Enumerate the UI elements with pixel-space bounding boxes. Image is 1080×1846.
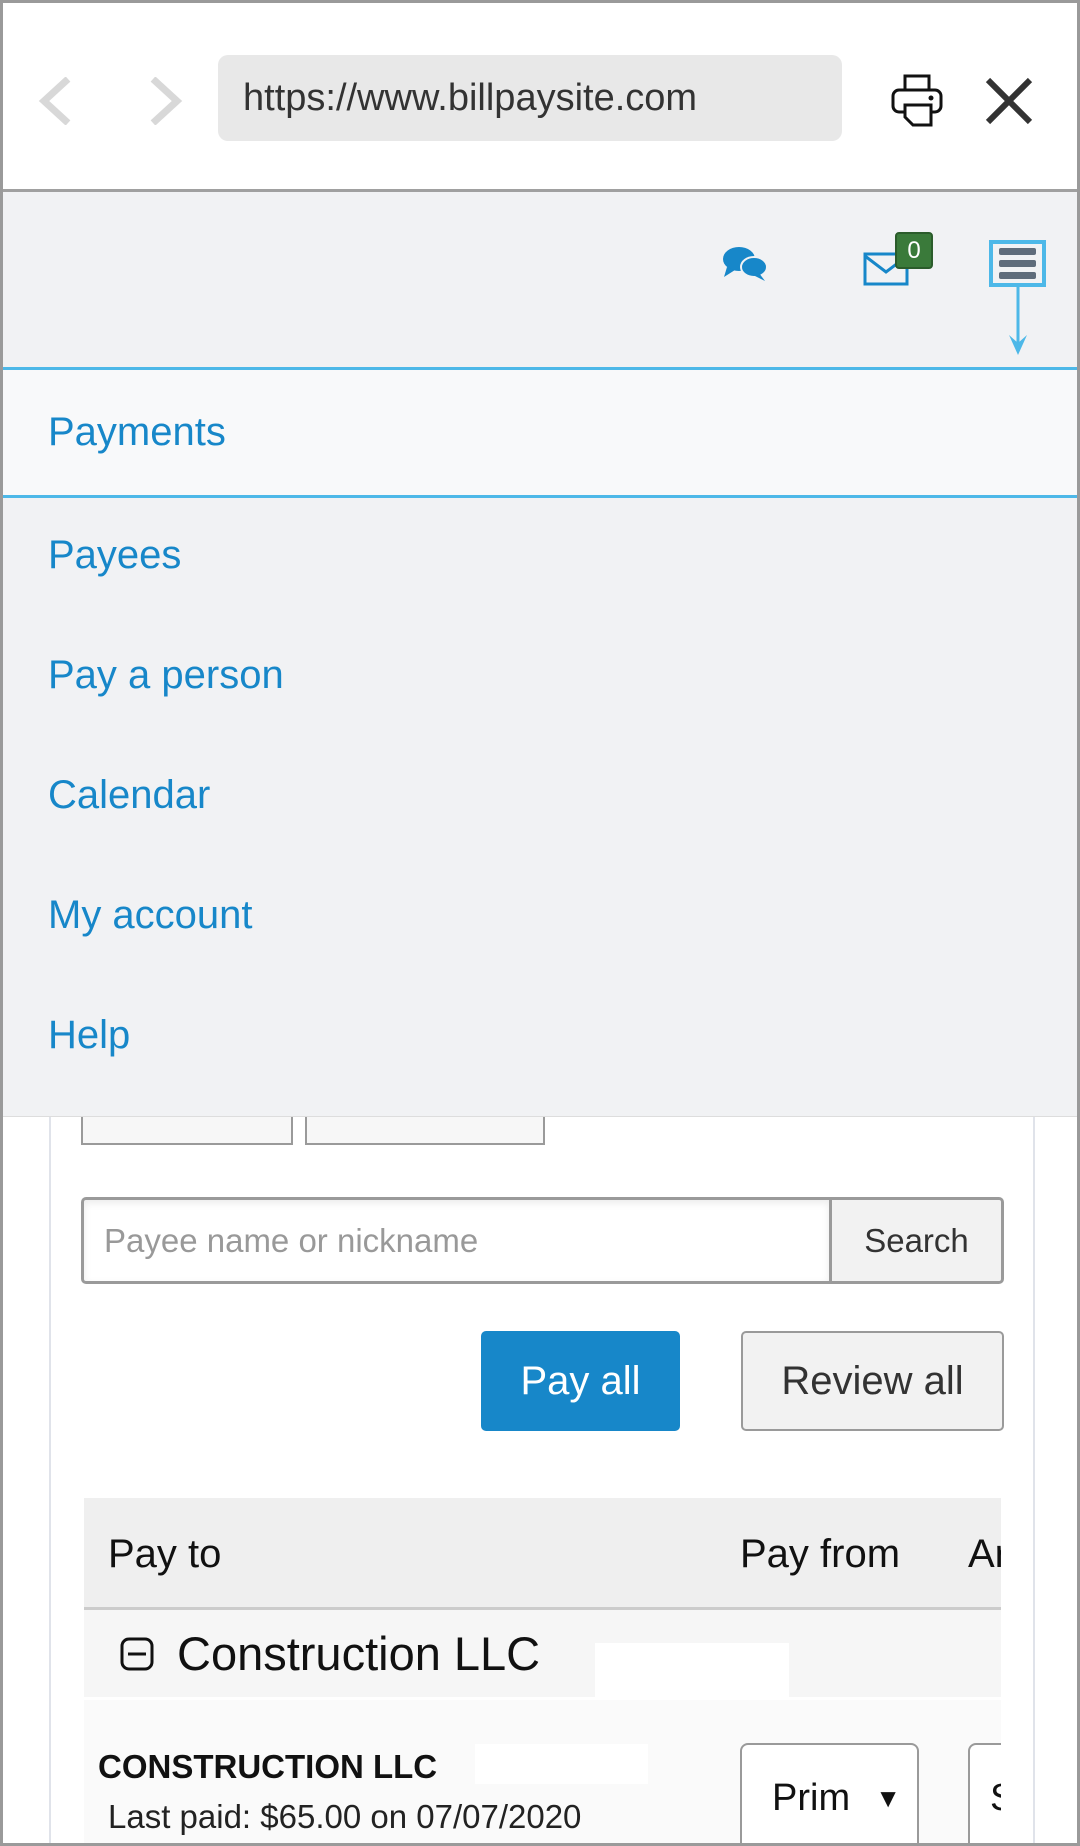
table-header: Pay to Pay from Ar [84, 1498, 1001, 1610]
menu-item-payments[interactable]: Payments [0, 367, 1080, 498]
chat-icon[interactable] [721, 245, 769, 283]
search-button[interactable]: Search [829, 1197, 1004, 1284]
pay-all-button[interactable]: Pay all [481, 1331, 680, 1431]
nav-menu: Payments Payees Pay a person Calendar My… [0, 367, 1080, 1117]
menu-item-my-account[interactable]: My account [0, 855, 1080, 975]
amount-select[interactable]: S [968, 1743, 1001, 1846]
site-header: 0 [0, 192, 1080, 367]
header-amount: Ar [968, 1532, 1001, 1576]
chevron-left-icon[interactable] [38, 77, 74, 125]
payee-group-name: Construction LLC [177, 1627, 541, 1680]
dropdown-arrow-icon: ▼ [875, 1782, 901, 1813]
arrow-down-icon [1009, 287, 1027, 355]
payee-name: CONSTRUCTION LLC [98, 1748, 438, 1785]
redaction [595, 1643, 789, 1702]
header-pay-from: Pay from [740, 1532, 901, 1576]
payee-search-input[interactable]: Payee name or nickname [81, 1197, 829, 1284]
menu-item-payees[interactable]: Payees [0, 495, 1080, 615]
payee-row: CONSTRUCTION LLC Last paid: $65.00 on 07… [84, 1700, 1001, 1846]
payee-group-row: Construction LLC [84, 1610, 1001, 1702]
search-placeholder: Payee name or nickname [104, 1222, 479, 1259]
chevron-right-icon[interactable] [147, 77, 183, 125]
menu-item-calendar[interactable]: Calendar [0, 735, 1080, 855]
browser-toolbar: https://www.billpaysite.com [0, 0, 1080, 192]
print-icon[interactable] [889, 73, 945, 129]
review-all-button[interactable]: Review all [741, 1331, 1004, 1431]
redaction [475, 1744, 648, 1784]
close-icon[interactable] [984, 76, 1034, 126]
hamburger-menu-button[interactable] [989, 240, 1046, 287]
payments-table: Pay to Pay from Ar Construction LLC CONS… [84, 1498, 1001, 1846]
last-paid: Last paid: $65.00 on 07/07/2020 [108, 1798, 582, 1835]
header-pay-to: Pay to [108, 1532, 222, 1576]
menu-item-pay-a-person[interactable]: Pay a person [0, 615, 1080, 735]
pay-from-select[interactable]: Prim ▼ [740, 1743, 919, 1846]
url-bar[interactable]: https://www.billpaysite.com [218, 55, 842, 141]
mail-badge: 0 [895, 232, 933, 269]
menu-item-help[interactable]: Help [0, 975, 1080, 1095]
pay-from-value: Prim [772, 1776, 851, 1819]
collapse-icon[interactable] [120, 1637, 154, 1671]
